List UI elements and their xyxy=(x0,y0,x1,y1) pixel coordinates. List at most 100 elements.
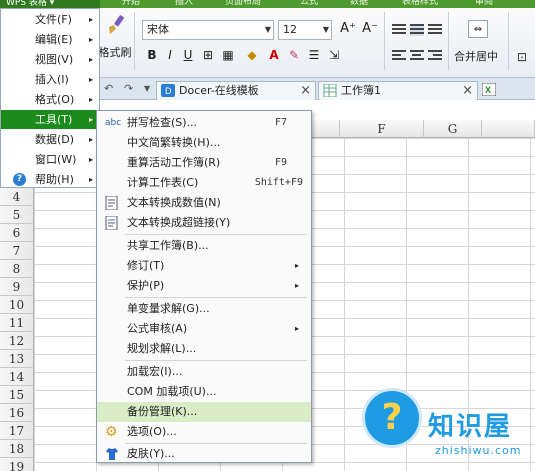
menu-insert[interactable]: 插入(I) ▸ xyxy=(1,70,99,89)
menu-view[interactable]: 视图(V) ▸ xyxy=(1,50,99,69)
menu-item-label: 拼写检查(S)... xyxy=(127,116,198,129)
menu-help[interactable]: ? 帮助(H) ▸ xyxy=(1,170,99,189)
align-left-icon[interactable] xyxy=(392,50,406,62)
quick-access-dropdown-icon[interactable]: ▼ xyxy=(144,84,150,93)
column-header-f[interactable]: F xyxy=(340,120,424,138)
close-icon[interactable]: × xyxy=(462,82,473,99)
row-header[interactable]: 10 xyxy=(0,296,34,314)
menu-item-label: 共享工作簿(B)... xyxy=(127,239,209,252)
menu-item-recalc-workbook[interactable]: 重算活动工作簿(R) F9 xyxy=(97,153,311,173)
tab-formulas[interactable]: 公式 xyxy=(300,0,318,8)
app-menu-button[interactable]: WPS 表格 ▾ xyxy=(0,0,100,8)
underline-button[interactable]: U xyxy=(180,46,196,64)
menu-divider xyxy=(125,360,307,361)
font-color-button[interactable]: A xyxy=(266,46,282,64)
ribbon-divider xyxy=(384,12,385,70)
paintbrush-icon xyxy=(109,15,124,34)
menu-edit[interactable]: 编辑(E) ▸ xyxy=(1,30,99,49)
redo-icon[interactable]: ↷ xyxy=(124,82,133,95)
chevron-right-icon: ▸ xyxy=(88,175,93,184)
shirt-icon xyxy=(106,448,118,460)
bold-button[interactable]: B xyxy=(144,46,160,64)
row-header[interactable]: 5 xyxy=(0,206,34,224)
menu-tools[interactable]: 工具(T) ▸ xyxy=(1,110,99,129)
row-header[interactable]: 11 xyxy=(0,314,34,332)
menu-item-com-addins[interactable]: COM 加载项(U)... xyxy=(97,382,311,402)
menu-window[interactable]: 窗口(W) ▸ xyxy=(1,150,99,169)
menu-item-options[interactable]: ⚙ 选项(O)... xyxy=(97,422,311,442)
row-header[interactable]: 15 xyxy=(0,386,34,404)
italic-button[interactable]: I xyxy=(162,46,178,64)
tab-workbook1[interactable]: 工作簿1 × xyxy=(318,81,478,100)
tab-data[interactable]: 数据 xyxy=(350,0,368,8)
clear-format-icon[interactable]: ✎ xyxy=(286,46,302,64)
align-middle-icon[interactable] xyxy=(410,24,424,36)
menu-item-chinese-convert[interactable]: 中文简繁转换(H)... xyxy=(97,133,311,153)
row-header[interactable]: 16 xyxy=(0,404,34,422)
tab-table-style[interactable]: 表格样式 xyxy=(402,0,438,8)
menu-item-share-workbook[interactable]: 共享工作簿(B)... xyxy=(97,236,311,256)
menu-format[interactable]: 格式(O) ▸ xyxy=(1,90,99,109)
font-name-select[interactable]: 宋体 ▼ xyxy=(142,20,274,40)
row-header[interactable]: 14 xyxy=(0,368,34,386)
row-header[interactable]: 18 xyxy=(0,440,34,458)
tab-review[interactable]: 审阅 xyxy=(475,0,493,8)
grow-font-button[interactable]: A⁺ xyxy=(340,20,356,38)
text-direction-icon[interactable]: ☰ xyxy=(306,46,322,64)
align-center-icon[interactable] xyxy=(410,50,424,62)
row-header[interactable]: 8 xyxy=(0,260,34,278)
font-size-select[interactable]: 12 ▼ xyxy=(278,20,332,40)
merge-center-icon[interactable]: ⇔ xyxy=(468,20,488,38)
gear-icon: ⚙ xyxy=(105,424,118,440)
tab-insert[interactable]: 插入 xyxy=(175,0,193,8)
align-right-icon[interactable] xyxy=(428,50,442,62)
row-header[interactable]: 12 xyxy=(0,332,34,350)
row-header[interactable]: 6 xyxy=(0,224,34,242)
menu-file-label: 文件(F) xyxy=(35,13,72,26)
wrap-text-icon[interactable]: ⇲ xyxy=(326,46,342,64)
row-header[interactable]: 4 xyxy=(0,188,34,206)
row-header[interactable]: 19 xyxy=(0,458,34,471)
row-header[interactable]: 13 xyxy=(0,350,34,368)
column-header-h[interactable] xyxy=(482,120,535,138)
menu-item-solver[interactable]: 规划求解(L)... xyxy=(97,339,311,359)
format-painter-button[interactable]: 格式刷 xyxy=(98,12,132,72)
menu-data[interactable]: 数据(D) ▸ xyxy=(1,130,99,149)
borders-icon[interactable]: ⊞ xyxy=(200,46,216,64)
menu-item-calc-sheet[interactable]: 计算工作表(C) Shift+F9 xyxy=(97,173,311,193)
tab-page-layout[interactable]: 页面布局 xyxy=(225,0,261,8)
menu-view-label: 视图(V) xyxy=(35,53,74,66)
question-icon: ? xyxy=(381,397,403,438)
merge-center-button[interactable]: 合并居中 xyxy=(454,48,498,64)
row-header[interactable]: 7 xyxy=(0,242,34,260)
menu-item-backup-manager[interactable]: 备份管理(K)... xyxy=(97,402,311,422)
menu-item-track-changes[interactable]: 修订(T) ▸ xyxy=(97,256,311,276)
row-header[interactable]: 9 xyxy=(0,278,34,296)
tab-home[interactable]: 开始 xyxy=(122,0,140,8)
menu-item-formula-audit[interactable]: 公式审核(A) ▸ xyxy=(97,319,311,339)
menu-item-spell-check[interactable]: abc 拼写检查(S)... F7 xyxy=(97,113,311,133)
menu-item-label: 公式审核(A) xyxy=(127,322,188,335)
column-header-g[interactable]: G xyxy=(424,120,482,138)
tab-docer[interactable]: D Docer-在线模板 × xyxy=(156,81,316,100)
menu-file[interactable]: 文件(F) ▸ xyxy=(1,10,99,29)
auto-wrap-icon[interactable]: ⊡ xyxy=(514,48,530,66)
undo-icon[interactable]: ↶ xyxy=(104,82,113,95)
tools-submenu: abc 拼写检查(S)... F7 中文简繁转换(H)... 重算活动工作簿(R… xyxy=(96,110,312,463)
menu-item-goal-seek[interactable]: 单变量求解(G)... xyxy=(97,299,311,319)
fill-color-icon[interactable]: ◆ xyxy=(244,46,260,64)
close-icon[interactable]: × xyxy=(300,82,311,99)
menu-item-addins[interactable]: 加载宏(I)... xyxy=(97,362,311,382)
menu-item-text-to-link[interactable]: 文本转换成超链接(Y) xyxy=(97,213,311,233)
menu-item-text-to-number[interactable]: 文本转换成数值(N) xyxy=(97,193,311,213)
align-top-icon[interactable] xyxy=(392,24,406,36)
menu-item-label: COM 加载项(U)... xyxy=(127,385,217,398)
align-bottom-icon[interactable] xyxy=(428,24,442,36)
menu-item-protect[interactable]: 保护(P) ▸ xyxy=(97,276,311,296)
shrink-font-button[interactable]: A⁻ xyxy=(362,20,378,38)
cell-style-icon[interactable]: ▦ xyxy=(218,46,238,64)
row-header[interactable]: 17 xyxy=(0,422,34,440)
menu-edit-label: 编辑(E) xyxy=(35,33,73,46)
menu-item-skin[interactable]: 皮肤(Y)... xyxy=(97,444,311,464)
new-sheet-icon[interactable]: X xyxy=(482,83,496,96)
